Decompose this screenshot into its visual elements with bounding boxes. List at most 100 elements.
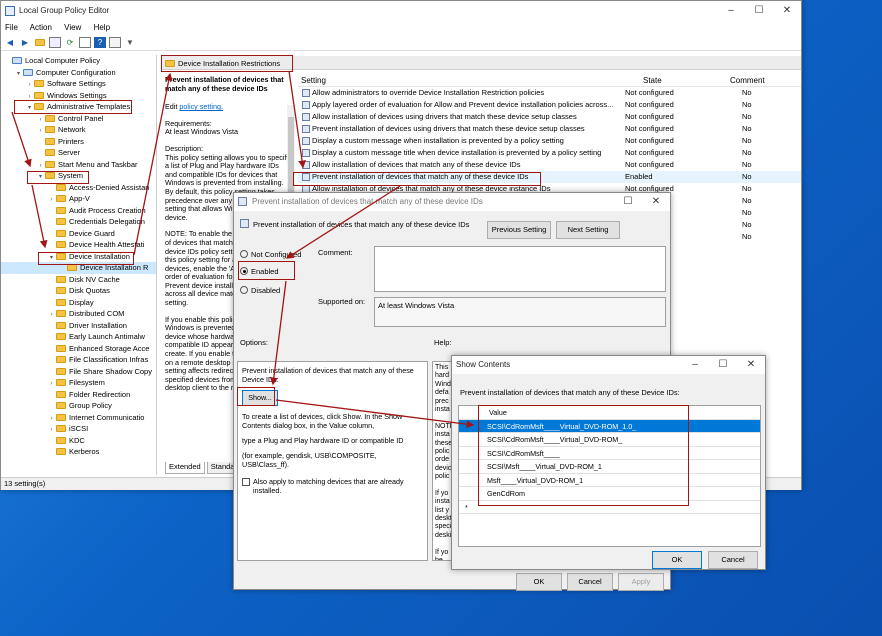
show-ok-button[interactable]: OK	[652, 551, 702, 569]
col-state[interactable]: State	[643, 76, 662, 85]
menu-view[interactable]: View	[64, 23, 81, 32]
folder-icon	[67, 264, 77, 271]
tree-node[interactable]: › Internet Communicatio	[1, 412, 156, 424]
filter-icon[interactable]: ▼	[124, 37, 136, 48]
setting-state: Not configured	[625, 160, 674, 169]
tree-node[interactable]: › App-V	[1, 193, 156, 205]
policy-cancel-button[interactable]: Cancel	[567, 573, 613, 591]
tree-node[interactable]: › Start Menu and Taskbar	[1, 159, 156, 171]
tree-node[interactable]: ▾ Computer Configuration	[1, 67, 156, 79]
tree-node[interactable]: Device Health Attestati	[1, 239, 156, 251]
highlight-admin-templates	[14, 100, 132, 114]
tree-node[interactable]: Driver Installation	[1, 320, 156, 332]
next-setting-button[interactable]: Next Setting	[556, 221, 620, 239]
setting-row[interactable]: Allow administrators to override Device …	[298, 87, 801, 99]
tree-node[interactable]: File Classification Infras	[1, 354, 156, 366]
tree-node[interactable]: Enhanced Storage Acce	[1, 343, 156, 355]
tab-extended[interactable]: Extended	[165, 462, 205, 474]
back-arrow-icon[interactable]: ◀	[4, 37, 16, 48]
tree-node[interactable]: Audit Process Creation	[1, 205, 156, 217]
tree-node[interactable]: Printers	[1, 136, 156, 148]
tree-node[interactable]: Disk Quotas	[1, 285, 156, 297]
export-list-icon[interactable]	[79, 37, 91, 48]
tree-node[interactable]: Credentials Delegation	[1, 216, 156, 228]
desc-title: Prevent installation of devices that mat…	[165, 75, 284, 93]
policy-maximize-icon[interactable]: ☐	[614, 193, 642, 211]
help-icon[interactable]: ?	[94, 37, 106, 48]
close-icon[interactable]: ✕	[773, 1, 801, 21]
tree-node[interactable]: Kerberos	[1, 446, 156, 458]
folder-icon	[56, 229, 66, 237]
tree-node[interactable]: › Network	[1, 124, 156, 136]
tree-node[interactable]: › Filesystem	[1, 377, 156, 389]
policy-close-icon[interactable]: ✕	[642, 193, 670, 211]
tree-node[interactable]: › iSCSI	[1, 423, 156, 435]
setting-row[interactable]: Display a custom message when installati…	[298, 135, 801, 147]
tree-node[interactable]: Server	[1, 147, 156, 159]
tree-node[interactable]: Disk NV Cache	[1, 274, 156, 286]
show-cancel-button[interactable]: Cancel	[708, 551, 758, 569]
tree-node[interactable]: KDC	[1, 435, 156, 447]
setting-row[interactable]: Prevent installation of devices using dr…	[298, 123, 801, 135]
refresh-icon[interactable]: ⟳	[64, 37, 76, 48]
setting-comment: No	[742, 100, 752, 109]
also-apply-checkbox-row[interactable]: Also apply to matching devices that are …	[242, 477, 423, 495]
minimize-icon[interactable]: –	[717, 1, 745, 21]
tree-node[interactable]: File Share Shadow Copy	[1, 366, 156, 378]
col-setting[interactable]: Setting	[301, 76, 326, 85]
show-close-icon[interactable]: ✕	[737, 356, 765, 374]
tree-node-label: Folder Redirection	[69, 389, 131, 399]
radio-disabled[interactable]: Disabled	[240, 286, 280, 295]
folder-icon	[56, 287, 66, 294]
menu-file[interactable]: File	[5, 23, 18, 32]
show-maximize-icon[interactable]: ☐	[709, 356, 737, 374]
maximize-icon[interactable]: ☐	[745, 1, 773, 21]
menu-help[interactable]: Help	[94, 23, 110, 32]
up-folder-icon[interactable]	[34, 37, 46, 48]
show-minimize-icon[interactable]: –	[681, 356, 709, 374]
help-line: these	[435, 439, 452, 447]
setting-row[interactable]: Apply layered order of evaluation for Al…	[298, 99, 801, 111]
radio-not-configured-circle[interactable]	[240, 250, 248, 258]
tree-node[interactable]: Device Guard	[1, 228, 156, 240]
help-line: deski	[435, 531, 452, 539]
tree-node-label: Kerberos	[69, 447, 100, 456]
tree-node[interactable]: › Control Panel	[1, 113, 156, 125]
policy-ok-button[interactable]: OK	[516, 573, 562, 591]
tree-node[interactable]: Early Launch Antimalw	[1, 331, 156, 343]
setting-row[interactable]: Display a custom message title when devi…	[298, 147, 801, 159]
tree-node[interactable]: › Software Settings	[1, 78, 156, 90]
tree-node[interactable]: Display	[1, 297, 156, 309]
tree-node[interactable]: Folder Redirection	[1, 389, 156, 401]
setting-row[interactable]: Allow installation of devices that match…	[298, 159, 801, 171]
supported-value: At least Windows Vista	[378, 301, 455, 310]
tree-node-label: iSCSI	[69, 424, 89, 433]
help-line: Wind	[435, 380, 451, 388]
highlight-values	[478, 405, 689, 506]
previous-setting-button[interactable]: Previous Setting	[487, 221, 551, 239]
edit-policy-link[interactable]: policy setting.	[179, 102, 223, 111]
tree-node[interactable]: › Distributed COM	[1, 308, 156, 320]
forward-arrow-icon[interactable]: ▶	[19, 37, 31, 48]
gpedit-titlebar: Local Group Policy Editor – ☐ ✕	[1, 1, 801, 21]
menu-action[interactable]: Action	[30, 23, 52, 32]
radio-disabled-circle[interactable]	[240, 286, 248, 294]
properties-icon[interactable]	[109, 37, 121, 48]
tree-node-label: Windows Settings	[47, 90, 107, 100]
help-line: be in	[435, 556, 443, 561]
help-line	[435, 481, 450, 489]
radio-not-configured[interactable]: Not Configured	[240, 250, 301, 259]
policy-apply-button[interactable]: Apply	[618, 573, 664, 591]
setting-state: Not configured	[625, 136, 674, 145]
tree-node[interactable]: Group Policy	[1, 400, 156, 412]
also-apply-checkbox[interactable]	[242, 478, 250, 486]
folder-icon	[23, 68, 33, 76]
policy-heading-row: Prevent installation of devices that mat…	[240, 219, 469, 229]
show-hide-tree-icon[interactable]	[49, 37, 61, 48]
comment-textbox[interactable]	[374, 246, 666, 292]
setting-comment: No	[742, 112, 752, 121]
setting-row[interactable]: Allow installation of devices using driv…	[298, 111, 801, 123]
tree-node-label: Internet Communicatio	[69, 412, 145, 422]
tree-node[interactable]: Local Computer Policy	[1, 55, 156, 67]
col-comment[interactable]: Comment	[730, 76, 765, 85]
